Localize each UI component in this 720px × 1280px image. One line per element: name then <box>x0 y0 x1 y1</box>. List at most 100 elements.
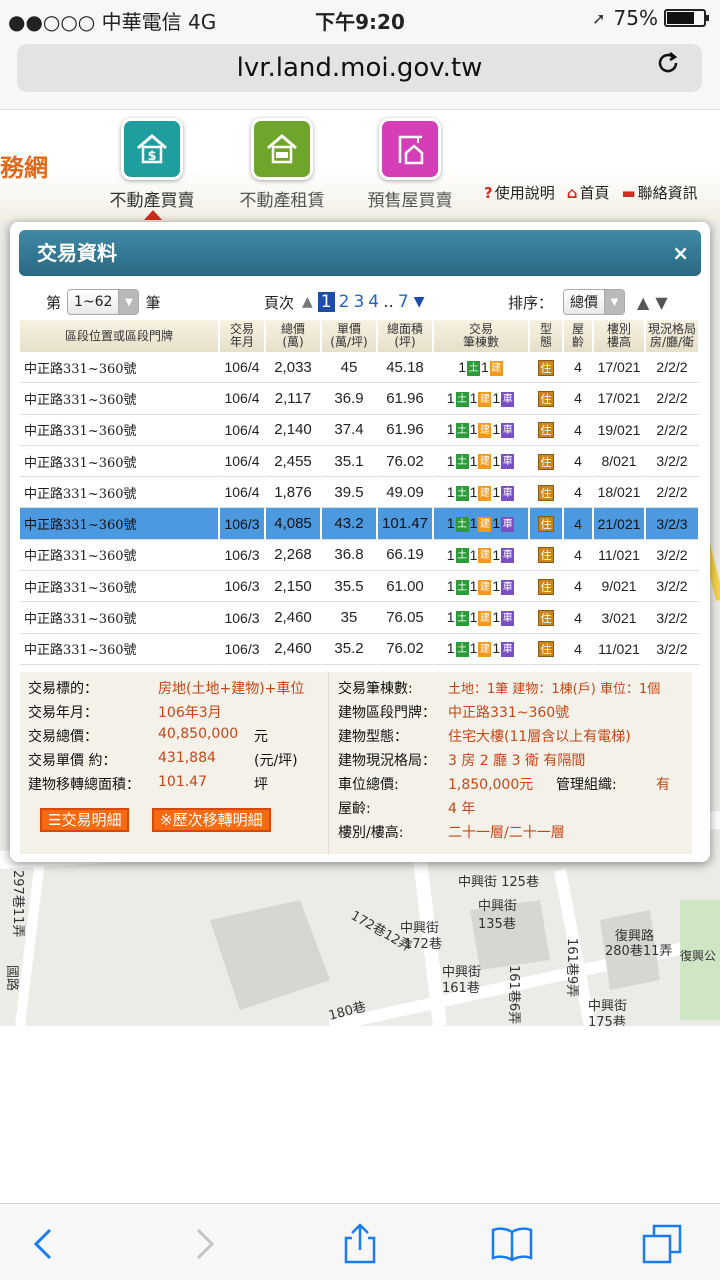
unit-price-label: 交易單價 約： <box>28 753 117 769</box>
app-root: ●●○○○ 中華電信 4G 下午9:20 ➚ 75% lvr.land.moi.… <box>0 0 720 1280</box>
target-label: 交易標的： <box>28 681 98 697</box>
table-row[interactable]: 中正路331~360號 106/3 4,085 43.2 101.47 1 土 1 建 1 車住 4 2… <box>20 508 700 540</box>
chevron-down-icon: ▼ <box>604 290 625 314</box>
cell-area: 66.19 <box>378 539 434 572</box>
table-row[interactable]: 中正路331~360號 106/4 2,455 35.1 76.02 1 土 1 建 1 車住 4 8/… <box>20 445 700 478</box>
cell-total-price: 2,140 <box>266 414 322 446</box>
help-link[interactable]: ? 使用說明 <box>484 182 555 203</box>
building-badge: 建 <box>478 423 492 439</box>
land-badge: 土 <box>455 517 469 533</box>
next-page-icon[interactable]: ▼ <box>414 294 425 310</box>
prev-page-icon[interactable]: ▲ <box>302 294 313 310</box>
land-badge: 土 <box>455 548 469 564</box>
table-row[interactable]: 中正路331~360號 106/4 2,117 36.9 61.96 1 土 1 建 1 車住 4 17… <box>20 383 700 415</box>
cell-age: 4 <box>564 508 594 540</box>
building-badge: 建 <box>478 610 492 626</box>
table-row[interactable]: 中正路331~360號 106/3 2,150 35.5 61.00 1 土 1 建 1 車住 4 9/… <box>20 571 700 603</box>
column-header[interactable]: 樓別 樓高 <box>594 320 646 352</box>
column-header[interactable]: 屋 齡 <box>564 320 594 352</box>
home-link[interactable]: ⌂ 首頁 <box>567 182 610 203</box>
cell-total-price: 2,117 <box>266 383 322 415</box>
location-arrow-icon: ➚ <box>592 8 606 28</box>
target-value: 房地(土地+建物)+車位 <box>158 681 305 697</box>
home-icon: ⌂ <box>566 184 578 202</box>
contact-link-label: 聯絡資訊 <box>637 184 698 202</box>
page-range-select[interactable]: 1~62 ▼ <box>67 289 140 315</box>
tab-real-estate-trade[interactable]: $ 不動產買賣 <box>92 118 212 211</box>
column-header[interactable]: 總價 (萬) <box>266 320 322 352</box>
close-icon[interactable]: × <box>672 230 689 276</box>
car-badge: 車 <box>501 454 515 470</box>
map-label: 161巷9弄 <box>564 938 579 997</box>
site-logo[interactable]: 務網 <box>0 148 48 183</box>
url-bar[interactable]: lvr.land.moi.gov.tw <box>17 44 702 92</box>
cell-year-month: 106/4 <box>220 383 266 415</box>
contact-link[interactable]: ▬ 聯絡資訊 <box>621 182 697 203</box>
share-icon[interactable] <box>338 1222 382 1266</box>
blayout-value: 3 房 2 廳 3 衛 有隔間 <box>448 753 586 769</box>
table-row[interactable]: 中正路331~360號 106/3 2,460 35.2 76.02 1 土 1 建 1 車住 4 11… <box>20 633 700 665</box>
column-header[interactable]: 交易 年月 <box>220 320 266 352</box>
detail-divider <box>328 672 329 854</box>
cell-floor: 11/021 <box>594 539 646 572</box>
building-badge: 建 <box>478 642 492 658</box>
cell-total-price: 2,268 <box>266 539 322 572</box>
tab-real-estate-rent[interactable]: 不動產租賃 <box>222 118 342 211</box>
cell-layout: 2/2/2 <box>646 352 700 384</box>
table-row[interactable]: 中正路331~360號 106/3 2,460 35 76.05 1 土 1 建 1 車住 4 3/02… <box>20 602 700 634</box>
column-header[interactable]: 單價 (萬/坪) <box>322 320 378 352</box>
cell-age: 4 <box>564 414 594 446</box>
cell-floor: 21/021 <box>594 508 646 540</box>
cell-age: 4 <box>564 571 594 603</box>
area-value: 101.47 <box>158 774 207 790</box>
table-header-row: 區段位置或區段門牌 交易 年月 總價 (萬) 單價 (萬/坪) 總面積 (坪) 交易 筆棟… <box>20 320 700 352</box>
active-tab-caret <box>144 210 162 220</box>
table-row[interactable]: 中正路331~360號 106/4 2,033 45 45.18 1 土 1 建住 4 17/021… <box>20 352 700 384</box>
cell-area: 61.96 <box>378 383 434 415</box>
residential-badge: 住 <box>538 641 554 658</box>
column-header[interactable]: 區段位置或區段門牌 <box>20 320 220 352</box>
table-row[interactable]: 中正路331~360號 106/3 2,268 36.8 66.19 1 土 1 建 1 車住 4 11… <box>20 539 700 572</box>
table-row[interactable]: 中正路331~360號 106/4 2,140 37.4 61.96 1 土 1 建 1 車住 4 19… <box>20 414 700 446</box>
tabs-icon[interactable] <box>640 1222 684 1266</box>
transfer-history-button[interactable]: ※歷次移轉明細 <box>152 808 271 832</box>
home-link-label: 首頁 <box>579 184 610 202</box>
building-count: 1 <box>469 515 478 532</box>
bookmarks-icon[interactable] <box>490 1222 534 1266</box>
cell-area: 76.02 <box>378 445 434 478</box>
transaction-detail-button[interactable]: ☰交易明細 <box>40 808 130 832</box>
cell-total-price: 1,876 <box>266 477 322 509</box>
door-label: 建物區段門牌： <box>338 705 436 721</box>
column-header[interactable]: 交易 筆棟數 <box>434 320 530 352</box>
tab-presale-trade[interactable]: 預售屋買賣 <box>350 118 470 211</box>
land-badge: 土 <box>467 360 480 376</box>
count-label: 交易筆棟數: <box>338 681 413 697</box>
cell-type: 住 <box>530 352 564 384</box>
column-header[interactable]: 型 態 <box>530 320 564 352</box>
building-badge: 建 <box>478 548 492 564</box>
cell-total-price: 4,085 <box>266 508 322 540</box>
cell-address: 中正路331~360號 <box>20 383 220 415</box>
back-icon[interactable] <box>22 1222 66 1266</box>
reload-icon[interactable] <box>648 44 688 92</box>
forward-icon[interactable] <box>182 1222 226 1266</box>
cell-address: 中正路331~360號 <box>20 602 220 634</box>
column-header[interactable]: 總面積 (坪) <box>378 320 434 352</box>
page-7[interactable]: 7 <box>398 292 409 312</box>
residential-badge: 住 <box>538 422 554 439</box>
residential-badge: 住 <box>538 390 554 407</box>
blayout-label: 建物現況格局： <box>338 753 436 769</box>
page-3[interactable]: 3 <box>353 292 364 312</box>
sort-descending-icon[interactable]: ▼ <box>655 293 667 312</box>
car-badge: 車 <box>501 610 515 626</box>
cell-total-price: 2,033 <box>266 352 322 384</box>
page-2[interactable]: 2 <box>339 292 350 312</box>
cell-layout: 2/2/2 <box>646 383 700 415</box>
car-count: 1 <box>492 609 501 626</box>
page-1[interactable]: 1 <box>317 292 335 312</box>
sort-ascending-icon[interactable]: ▲ <box>637 293 649 312</box>
page-4[interactable]: 4 <box>368 292 379 312</box>
column-header[interactable]: 現況格局 房/廳/衛 <box>646 320 700 352</box>
table-row[interactable]: 中正路331~360號 106/4 1,876 39.5 49.09 1 土 1 建 1 車住 4 18… <box>20 477 700 509</box>
sort-select[interactable]: 總價 ▼ <box>563 289 626 315</box>
